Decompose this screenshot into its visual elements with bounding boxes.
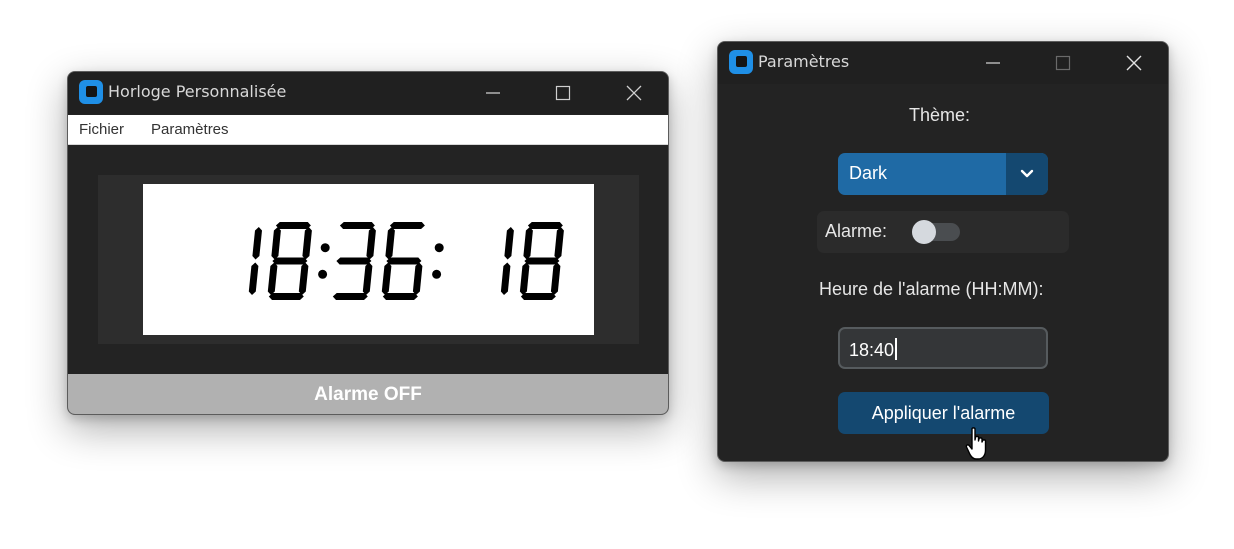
digit-segment <box>389 222 425 229</box>
theme-value: Dark <box>849 163 888 183</box>
text-caret <box>895 338 898 360</box>
close-icon <box>1126 55 1142 71</box>
theme-label: Thème: <box>909 105 971 125</box>
close-icon <box>626 85 642 101</box>
maximize-button[interactable] <box>1040 46 1086 80</box>
settings-titlebar[interactable]: Paramètres <box>718 42 1168 84</box>
digit-segment <box>302 227 312 260</box>
hand-pointer-icon <box>965 427 987 460</box>
digit-segment <box>339 222 375 229</box>
minimize-icon <box>986 62 1000 64</box>
digit-segment <box>252 227 262 260</box>
digit-segment <box>519 262 530 295</box>
digit-segment <box>385 227 395 260</box>
dropdown-arrow-button[interactable] <box>1006 153 1048 195</box>
digit-segment <box>271 227 281 260</box>
digit-segment <box>550 262 561 295</box>
colon-dot <box>318 269 328 279</box>
maximize-icon <box>1055 55 1071 71</box>
app-icon <box>79 80 103 104</box>
maximize-button[interactable] <box>540 76 586 110</box>
digit-segment <box>500 262 511 295</box>
menu-fichier[interactable]: Fichier <box>79 121 124 138</box>
chevron-down-icon <box>1020 169 1034 178</box>
digit-segment <box>382 293 418 300</box>
digit-segment <box>523 227 533 260</box>
alarm-toggle-row: Alarme: <box>817 211 1069 253</box>
digit-segment <box>248 262 259 295</box>
app-icon <box>729 50 753 74</box>
clock-display <box>143 184 594 335</box>
menu-bar: Fichier Paramètres <box>68 115 668 145</box>
digit-segment <box>332 293 368 300</box>
window-title: Horloge Personnalisée <box>108 82 287 101</box>
digit-segment <box>268 293 304 300</box>
settings-window: Paramètres Thème: Dark Alarme: Heure de … <box>717 41 1169 462</box>
digit-segment <box>275 222 311 229</box>
close-button[interactable] <box>611 76 657 110</box>
clock-titlebar[interactable]: Horloge Personnalisée <box>68 72 668 114</box>
colon-dot <box>434 243 444 253</box>
digit-segment <box>412 262 423 295</box>
digital-time <box>248 222 564 300</box>
alarm-switch[interactable] <box>912 220 960 244</box>
maximize-icon <box>555 85 571 101</box>
alarm-status: Alarme OFF <box>68 374 668 414</box>
digit-segment <box>267 262 278 295</box>
digit-segment <box>524 257 560 265</box>
digit-segment <box>504 227 514 260</box>
switch-knob <box>912 220 936 244</box>
digit-segment <box>366 227 376 260</box>
digit-segment <box>362 262 373 295</box>
menu-parametres[interactable]: Paramètres <box>151 121 229 138</box>
digit-segment <box>336 257 372 265</box>
minimize-button[interactable] <box>470 76 516 110</box>
clock-window: Horloge Personnalisée Fichier Paramètres… <box>67 71 669 415</box>
digit-segment <box>386 257 422 265</box>
minimize-button[interactable] <box>970 46 1016 80</box>
colon-dot <box>432 269 442 279</box>
digit-segment <box>554 227 564 260</box>
alarm-time-input[interactable]: 18:40 <box>838 327 1048 369</box>
close-button[interactable] <box>1111 46 1157 80</box>
digit-segment <box>298 262 309 295</box>
colon-dot <box>320 243 330 253</box>
alarm-label: Alarme: <box>825 221 888 241</box>
alarm-time-label: Heure de l'alarme (HH:MM): <box>819 279 1044 299</box>
digit-segment <box>527 222 563 229</box>
apply-alarm-button[interactable]: Appliquer l'alarme <box>838 392 1049 434</box>
digit-segment <box>381 262 392 295</box>
minimize-icon <box>486 92 500 94</box>
theme-dropdown[interactable]: Dark <box>838 153 1048 195</box>
digit-segment <box>272 257 308 265</box>
alarm-time-value: 18:40 <box>849 338 898 361</box>
digit-segment <box>520 293 556 300</box>
window-title: Paramètres <box>758 52 850 71</box>
